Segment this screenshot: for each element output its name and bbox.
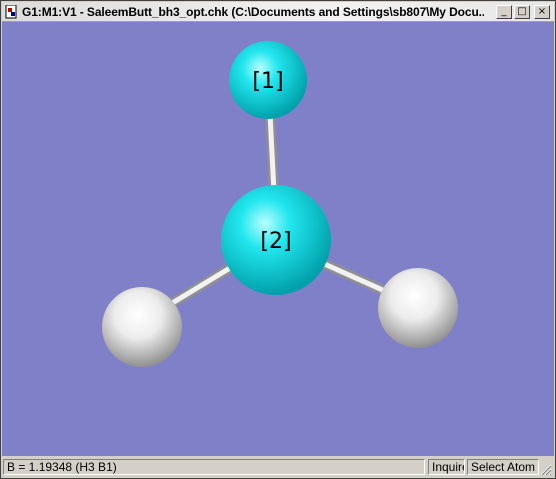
bond-b2-h4[interactable] [315,257,392,297]
molecule-viewport[interactable]: [1] [2] [2,22,554,456]
minimize-icon: _ [501,6,507,17]
molecule-scene[interactable]: [1] [2] [2,22,554,456]
gaussview-window: G1:M1:V1 - SaleemButt_bh3_opt.chk (C:\Do… [0,0,556,479]
maximize-button[interactable]: □ [514,5,530,19]
status-action: Select Atom 3 [467,459,539,475]
resize-grip-icon[interactable] [540,464,552,476]
atom-2-label: [2] [260,229,291,254]
atom-3-hydrogen[interactable] [102,287,182,367]
minimize-button[interactable]: _ [496,5,512,19]
maximize-icon: □ [517,6,527,17]
status-message: B = 1.19348 (H3 B1) [3,459,425,475]
status-bar: B = 1.19348 (H3 B1) Inquire Select Atom … [2,457,554,478]
atom-1[interactable]: [1] [229,41,307,119]
app-icon[interactable] [5,4,19,19]
window-title: G1:M1:V1 - SaleemButt_bh3_opt.chk (C:\Do… [22,4,484,19]
bond-b2-h3[interactable] [169,263,235,307]
bond-b2-b1[interactable] [265,109,279,197]
window-controls: _ □ × [496,5,550,19]
atom-1-label: [1] [252,69,283,94]
atom-4-hydrogen[interactable] [378,268,458,348]
title-bar[interactable]: G1:M1:V1 - SaleemButt_bh3_opt.chk (C:\Do… [2,2,554,22]
close-icon: × [537,6,547,17]
atom-2[interactable]: [2] [221,185,331,295]
close-button[interactable]: × [534,5,550,19]
status-mode: Inquire [428,459,465,475]
